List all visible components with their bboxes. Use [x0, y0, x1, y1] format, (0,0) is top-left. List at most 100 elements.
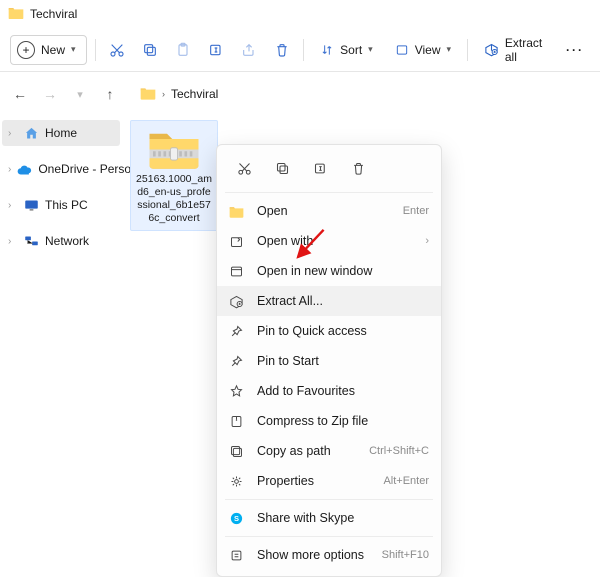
chevron-right-icon: ›	[8, 164, 11, 175]
chevron-right-icon: ›	[162, 89, 165, 99]
delete-icon[interactable]	[345, 155, 371, 181]
context-item-favourites[interactable]: Add to Favourites	[217, 376, 441, 406]
rename-icon[interactable]	[202, 34, 229, 66]
context-item-pin-start[interactable]: Pin to Start	[217, 346, 441, 376]
context-item-label: Open	[257, 204, 393, 218]
up-button[interactable]: ↑	[102, 86, 118, 102]
extract-icon	[229, 294, 247, 309]
file-item-zip[interactable]: 25163.1000_amd6_en-us_professional_6b1e5…	[130, 120, 218, 231]
rename-icon[interactable]	[307, 155, 333, 181]
sidebar-item-label: Network	[45, 234, 89, 248]
file-name: 25163.1000_amd6_en-us_professional_6b1e5…	[135, 173, 213, 226]
cut-icon[interactable]	[231, 155, 257, 181]
context-item-label: Open in new window	[257, 264, 429, 278]
context-item-label: Extract All...	[257, 294, 429, 308]
extract-icon	[484, 42, 499, 57]
zip-icon	[229, 414, 247, 429]
context-item-label: Compress to Zip file	[257, 414, 429, 428]
window-icon	[229, 264, 247, 279]
context-item-compress[interactable]: Compress to Zip file	[217, 406, 441, 436]
context-item-hint: Shift+F10	[382, 549, 429, 561]
share-icon[interactable]	[235, 34, 262, 66]
context-item-label: Pin to Start	[257, 354, 429, 368]
context-menu-separator	[225, 499, 433, 500]
ellipsis-icon: ···	[566, 43, 584, 57]
new-button[interactable]: + New ▾	[10, 35, 87, 65]
chevron-down-icon: ▾	[71, 44, 76, 55]
copy-icon[interactable]	[136, 34, 163, 66]
folder-icon	[140, 86, 156, 103]
chevron-down-icon: ▾	[368, 44, 373, 55]
context-item-open-new-window[interactable]: Open in new window	[217, 256, 441, 286]
copy-icon[interactable]	[269, 155, 295, 181]
context-item-copy-path[interactable]: Copy as path Ctrl+Shift+C	[217, 436, 441, 466]
extract-label: Extract all	[505, 36, 546, 64]
context-item-label: Add to Favourites	[257, 384, 429, 398]
home-icon	[24, 126, 39, 141]
zip-folder-icon	[146, 125, 202, 171]
chevron-right-icon: ›	[8, 200, 18, 211]
toolbar-separator	[303, 39, 304, 61]
copy-path-icon	[229, 444, 247, 459]
context-item-open[interactable]: Open Enter	[217, 196, 441, 226]
paste-icon[interactable]	[169, 34, 196, 66]
extract-all-toolbar-button[interactable]: Extract all	[476, 34, 554, 66]
back-button[interactable]: ←	[12, 86, 28, 102]
forward-button[interactable]: →	[42, 86, 58, 102]
skype-icon: S	[229, 511, 247, 526]
sort-icon	[320, 43, 334, 57]
plus-icon: +	[17, 41, 35, 59]
sidebar-item-thispc[interactable]: › This PC	[2, 192, 120, 218]
context-item-label: Share with Skype	[257, 511, 429, 525]
sidebar-item-onedrive[interactable]: › OneDrive - Personal	[2, 156, 120, 182]
context-item-hint: Ctrl+Shift+C	[369, 445, 429, 457]
context-item-open-with[interactable]: Open with ›	[217, 226, 441, 256]
context-menu-separator	[225, 536, 433, 537]
context-item-hint: Alt+Enter	[383, 475, 429, 487]
sidebar-item-network[interactable]: › Network	[2, 228, 120, 254]
context-item-properties[interactable]: Properties Alt+Enter	[217, 466, 441, 496]
context-item-label: Open with	[257, 234, 415, 248]
new-button-label: New	[41, 43, 65, 57]
cut-icon[interactable]	[103, 34, 130, 66]
more-options-icon	[229, 548, 247, 563]
sort-label: Sort	[340, 43, 362, 57]
chevron-right-icon: ›	[8, 128, 18, 139]
view-label: View	[415, 43, 441, 57]
context-item-label: Show more options	[257, 548, 372, 562]
context-item-pin-quick[interactable]: Pin to Quick access	[217, 316, 441, 346]
view-button[interactable]: View ▾	[387, 34, 459, 66]
sidebar-item-label: Home	[45, 126, 77, 140]
pin-icon	[229, 324, 247, 339]
sidebar-item-home[interactable]: › Home	[2, 120, 120, 146]
open-icon	[229, 204, 247, 219]
network-icon	[24, 234, 39, 249]
context-item-extract-all[interactable]: Extract All...	[217, 286, 441, 316]
delete-icon[interactable]	[268, 34, 295, 66]
breadcrumb-current: Techviral	[171, 87, 218, 101]
toolbar-separator	[467, 39, 468, 61]
context-menu-separator	[225, 192, 433, 193]
monitor-icon	[24, 198, 39, 213]
breadcrumb[interactable]: › Techviral	[132, 80, 226, 108]
context-item-label: Copy as path	[257, 444, 359, 458]
context-item-more-options[interactable]: Show more options Shift+F10	[217, 540, 441, 570]
recent-locations-button[interactable]: ▾	[72, 88, 88, 101]
context-item-label: Properties	[257, 474, 373, 488]
star-icon	[229, 384, 247, 399]
nav-pane: › Home › OneDrive - Personal › This PC ›…	[0, 116, 122, 522]
context-item-hint: Enter	[403, 205, 429, 217]
open-with-icon	[229, 234, 247, 249]
context-item-skype[interactable]: S Share with Skype	[217, 503, 441, 533]
cloud-icon	[17, 162, 32, 177]
chevron-right-icon: ›	[8, 236, 18, 247]
pin-icon	[229, 354, 247, 369]
context-item-label: Pin to Quick access	[257, 324, 429, 338]
svg-text:S: S	[234, 514, 239, 523]
sort-button[interactable]: Sort ▾	[312, 34, 381, 66]
more-button[interactable]: ···	[560, 34, 590, 66]
context-menu: Open Enter Open with › Open in new windo…	[216, 144, 442, 577]
chevron-down-icon: ▾	[446, 44, 451, 55]
view-icon	[395, 43, 409, 57]
context-menu-quick-actions	[217, 151, 441, 189]
